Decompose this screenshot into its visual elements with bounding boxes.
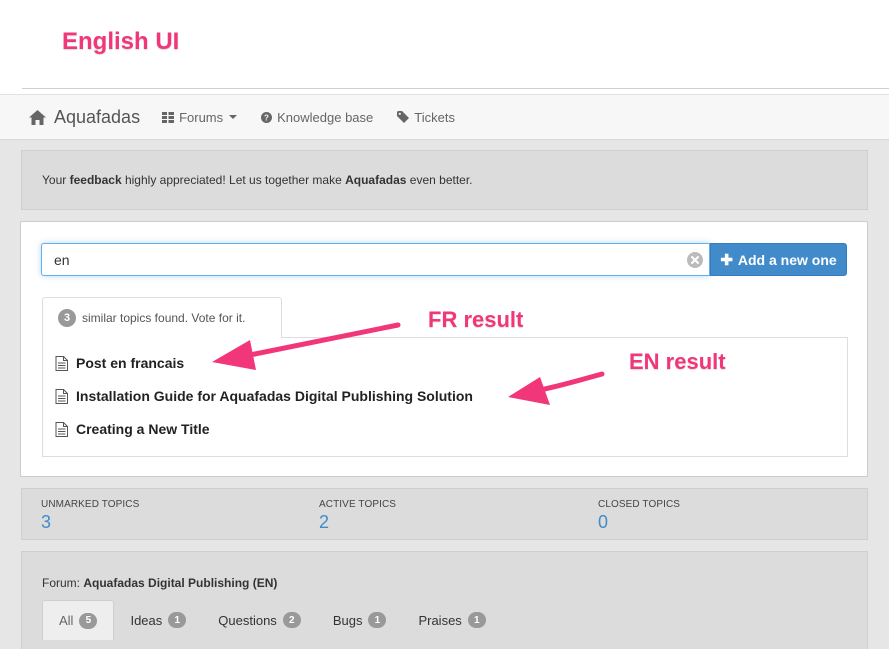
nav-forums-label: Forums [179, 109, 224, 125]
tab-questions[interactable]: Questions 2 [202, 600, 317, 640]
plus-icon: ✚ [720, 251, 733, 269]
forum-name: Aquafadas Digital Publishing (EN) [83, 576, 278, 590]
navbar: Aquafadas Forums ? Knowledge base Ticket… [0, 94, 889, 140]
result-title: Post en francais [76, 355, 185, 371]
tab-count-badge: 1 [467, 612, 486, 628]
svg-text:?: ? [264, 113, 269, 122]
chevron-down-icon [229, 115, 238, 119]
tab-label: Ideas [130, 612, 163, 628]
result-item[interactable]: Creating a New Title [55, 421, 210, 437]
result-item[interactable]: Post en francais [55, 355, 184, 371]
tab-count-badge: 5 [79, 612, 98, 629]
home-icon [29, 109, 46, 125]
nav-forums[interactable]: Forums [162, 109, 238, 125]
stat-label: UNMARKED TOPICS [41, 499, 140, 510]
stat-value: 2 [319, 512, 330, 532]
tab-all[interactable]: All 5 [42, 600, 115, 640]
tab-praises[interactable]: Praises 1 [402, 600, 501, 640]
nav-tickets-label: Tickets [414, 109, 455, 125]
question-circle-icon: ? [261, 111, 273, 123]
search-panel: ✚ Add a new one 3 similar topics found. … [20, 221, 868, 477]
topic-stats: UNMARKED TOPICS 3 ACTIVE TOPICS 2 CLOSED… [21, 488, 868, 540]
similar-results-list: Post en francais Installation Guide for … [42, 337, 848, 457]
stat-value: 3 [41, 512, 52, 532]
feedback-bold-2: Aquafadas [345, 173, 407, 187]
forum-title: Forum: Aquafadas Digital Publishing (EN) [42, 576, 277, 590]
document-icon [55, 355, 68, 371]
nav-knowledge-base-label: Knowledge base [277, 109, 374, 125]
document-icon [55, 388, 68, 404]
grid-icon [162, 111, 175, 123]
tab-label: Praises [418, 612, 462, 628]
feedback-text-3: even better. [406, 173, 473, 187]
divider [22, 88, 889, 89]
similar-topics-text: similar topics found. Vote for it. [82, 311, 246, 325]
result-item[interactable]: Installation Guide for Aquafadas Digital… [55, 388, 473, 404]
nav-knowledge-base[interactable]: ? Knowledge base [261, 110, 373, 125]
tag-icon [397, 111, 410, 123]
fr-result-annotation: FR result [428, 307, 524, 332]
stat-label: ACTIVE TOPICS [319, 499, 397, 510]
forum-prefix: Forum: [42, 576, 84, 590]
tab-count-badge: 1 [368, 612, 387, 628]
en-result-annotation: EN result [629, 349, 726, 374]
feedback-text-2: highly appreciated! Let us together make [121, 173, 346, 187]
similar-count-badge: 3 [58, 309, 76, 327]
tab-ideas[interactable]: Ideas 1 [114, 600, 202, 640]
forum-tabs: All 5 Ideas 1 Questions 2 Bugs 1 Praises… [42, 600, 502, 640]
feedback-banner: Your feedback highly appreciated! Let us… [21, 150, 868, 210]
search-input[interactable] [42, 244, 682, 275]
tab-label: Bugs [332, 612, 363, 628]
add-new-one-label: Add a new one [737, 251, 837, 268]
tab-count-badge: 1 [168, 612, 187, 628]
clear-icon[interactable] [687, 252, 703, 268]
stat-value: 0 [598, 512, 609, 532]
tab-label: All [59, 613, 74, 628]
tab-bugs[interactable]: Bugs 1 [317, 600, 403, 640]
stat-label: CLOSED TOPICS [598, 499, 681, 510]
search-field-wrapper [41, 243, 710, 276]
brand-link[interactable]: Aquafadas [29, 107, 140, 128]
forum-panel: Forum: Aquafadas Digital Publishing (EN)… [21, 551, 868, 649]
similar-topics-tab[interactable]: 3 similar topics found. Vote for it. [42, 297, 282, 338]
feedback-bold-1: feedback [69, 173, 122, 187]
tab-label: Questions [218, 612, 277, 628]
add-new-one-button[interactable]: ✚ Add a new one [710, 243, 847, 276]
english-ui-label: English UI [62, 28, 180, 55]
nav-tickets[interactable]: Tickets [397, 110, 455, 125]
result-title: Creating a New Title [76, 421, 210, 437]
result-title: Installation Guide for Aquafadas Digital… [76, 388, 473, 404]
stat-active[interactable]: ACTIVE TOPICS 2 [319, 499, 396, 533]
feedback-text-1: Your [42, 173, 70, 187]
stat-unmarked[interactable]: UNMARKED TOPICS 3 [41, 499, 139, 533]
stat-closed[interactable]: CLOSED TOPICS 0 [598, 499, 680, 533]
top-banner: English UI [0, 0, 889, 94]
document-icon [55, 421, 68, 437]
tab-count-badge: 2 [282, 612, 301, 628]
brand-name: Aquafadas [54, 106, 141, 127]
